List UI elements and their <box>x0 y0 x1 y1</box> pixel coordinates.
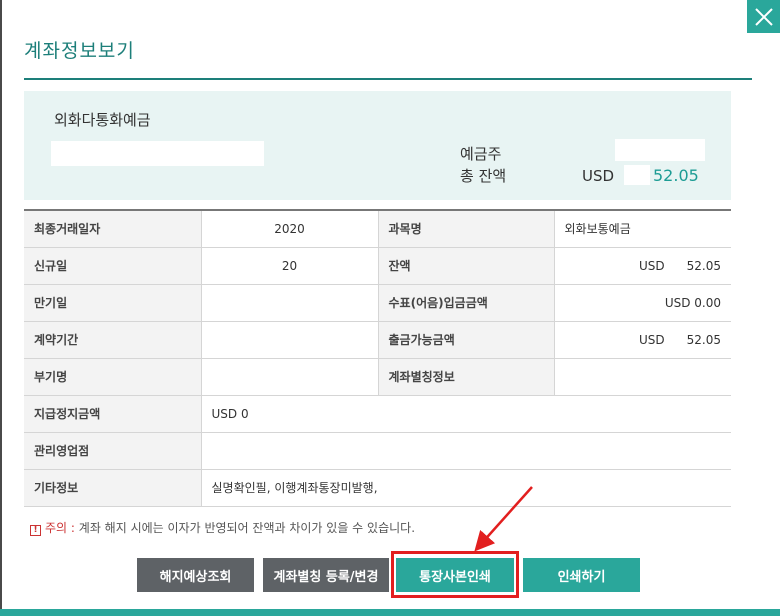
open-date-value: 20 <box>201 247 378 285</box>
open-date-label: 신규일 <box>24 247 202 285</box>
table-row: 만기일 수표(어음)입금금액 USD 0.00 <box>24 284 731 322</box>
table-row: 지급정지금액 USD 0 <box>24 395 731 433</box>
contract-period-value <box>201 321 378 359</box>
balance-value: USD 52.05 <box>554 247 731 285</box>
total-balance-amount: 52.05 <box>653 166 699 185</box>
total-balance-mask <box>624 165 650 185</box>
table-row: 신규일 20 잔액 USD 52.05 <box>24 247 731 285</box>
check-deposit-label: 수표(어음)입금금액 <box>377 284 555 322</box>
print-button[interactable]: 인쇄하기 <box>523 558 640 592</box>
total-balance-currency: USD <box>582 167 615 185</box>
stop-payment-value: USD 0 <box>201 395 731 433</box>
balance-currency: USD <box>639 258 665 273</box>
contract-period-label: 계약기간 <box>24 321 202 359</box>
withdrawable-currency: USD <box>639 332 665 347</box>
title-divider <box>24 78 752 80</box>
check-deposit-value: USD 0.00 <box>554 284 731 322</box>
withdrawable-amount: 52.05 <box>686 332 721 347</box>
balance-label: 잔액 <box>377 247 555 285</box>
product-name-label: 과목명 <box>377 209 555 248</box>
withdrawable-amount-label: 출금가능금액 <box>377 321 555 359</box>
managing-branch-label: 관리영업점 <box>24 432 202 470</box>
alias-register-button[interactable]: 계좌별칭 등록/변경 <box>263 558 389 592</box>
account-alias-label: 계좌별칭정보 <box>377 358 555 396</box>
table-row: 계약기간 출금가능금액 USD 52.05 <box>24 321 731 359</box>
close-button[interactable] <box>747 0 780 33</box>
notice-text: 계좌 해지 시에는 이자가 반영되어 잔액과 차이가 있을 수 있습니다. <box>78 521 416 535</box>
memo-value <box>201 358 378 396</box>
table-row: 관리영업점 <box>24 432 731 470</box>
warning-icon: ! <box>30 525 41 536</box>
maturity-date-label: 만기일 <box>24 284 202 322</box>
passbook-print-button[interactable]: 통장사본인쇄 <box>396 558 514 592</box>
withdrawable-amount-value: USD 52.05 <box>554 321 731 359</box>
account-info-table: 최종거래일자 2020 과목명 외화보통예금 신규일 20 잔액 USD 52.0… <box>24 209 731 507</box>
table-row: 부기명 계좌별칭정보 <box>24 358 731 396</box>
stop-payment-label: 지급정지금액 <box>24 395 202 433</box>
account-number-mask <box>51 141 264 166</box>
memo-label: 부기명 <box>24 358 202 396</box>
table-row: 기타정보 실명확인필, 이행계좌통장미발행, <box>24 469 731 507</box>
maturity-date-value <box>201 284 378 322</box>
notice-label: 주의 : <box>45 521 75 535</box>
owner-label: 예금주 <box>460 145 502 163</box>
managing-branch-value <box>201 432 731 470</box>
dialog-title: 계좌정보보기 <box>24 40 135 62</box>
total-balance-label: 총 잔액 <box>460 167 507 185</box>
balance-amount: 52.05 <box>686 258 721 273</box>
table-row: 최종거래일자 2020 과목명 외화보통예금 <box>24 209 731 248</box>
account-alias-value <box>554 358 731 396</box>
cancel-inquiry-button[interactable]: 해지예상조회 <box>137 558 254 592</box>
account-type: 외화다통화예금 <box>54 111 151 129</box>
close-icon <box>754 7 773 26</box>
other-info-label: 기타정보 <box>24 469 202 507</box>
account-summary: 외화다통화예금 예금주 총 잔액 USD 52.05 <box>24 91 731 200</box>
bottom-accent-bar <box>0 609 780 616</box>
product-name-value: 외화보통예금 <box>554 209 731 248</box>
last-transaction-date-label: 최종거래일자 <box>24 209 202 248</box>
other-info-value: 실명확인필, 이행계좌통장미발행, <box>201 469 731 507</box>
last-transaction-date-value: 2020 <box>201 209 378 248</box>
owner-name-mask <box>615 139 705 161</box>
notice: ! 주의 : 계좌 해지 시에는 이자가 반영되어 잔액과 차이가 있을 수 있습… <box>30 519 415 536</box>
